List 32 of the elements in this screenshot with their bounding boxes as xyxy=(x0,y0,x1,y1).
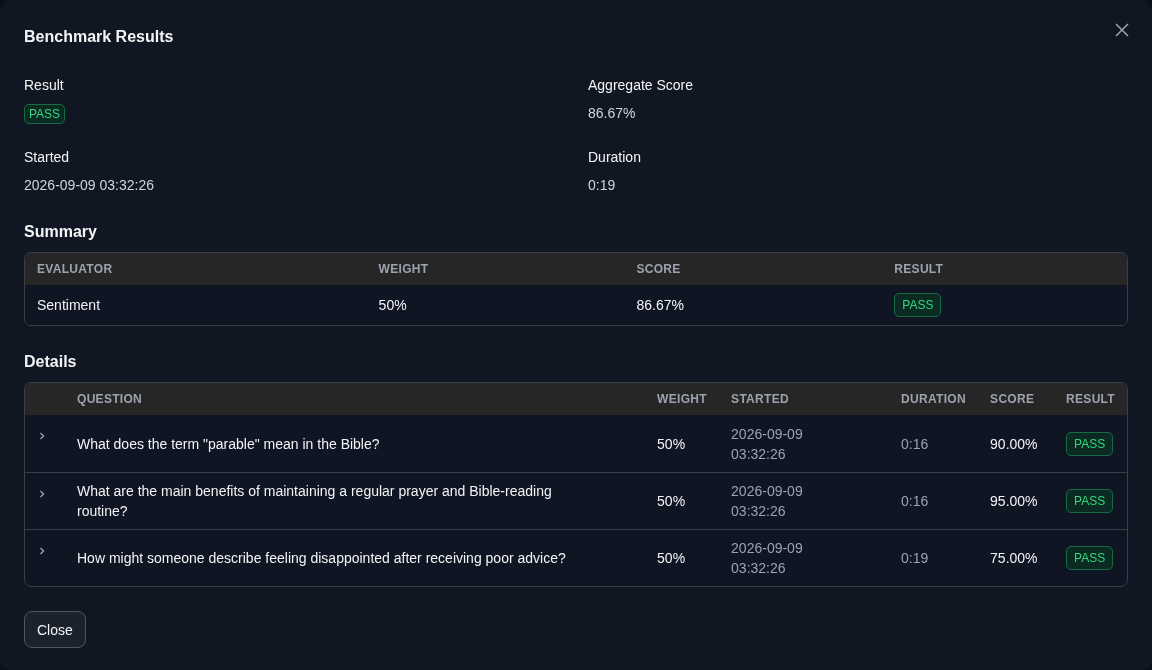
field-label: Duration xyxy=(588,148,641,166)
section-title: Details xyxy=(24,352,78,372)
column-header: SCORE xyxy=(978,383,1055,415)
column-header: STARTED xyxy=(719,383,890,415)
dialog-title: Benchmark Results xyxy=(24,27,175,47)
field-value: 86.67% xyxy=(588,104,636,122)
close-button[interactable]: Close xyxy=(24,611,86,648)
field-label: Started xyxy=(24,148,70,166)
question-text: What does the term "parable" mean in the Bible? xyxy=(77,434,380,454)
question-text: How might someone describe feeling disappointed after receiving poor advice? xyxy=(77,549,566,568)
status-badge: PASS xyxy=(24,104,66,124)
field-value: 2026-09-09 03:32:26 xyxy=(24,176,154,194)
column-header: WEIGHT xyxy=(366,253,625,285)
status-badge: PASS xyxy=(1066,546,1114,570)
column-header: SCORE xyxy=(624,253,883,285)
field-value: 0:19 xyxy=(588,176,616,194)
field-label: Result xyxy=(24,76,64,94)
column-header: RESULT xyxy=(1054,383,1127,415)
section-title: Summary xyxy=(24,222,98,242)
question-text: What are the main benefits of maintaining a regular prayer and Bible-reading routine? xyxy=(77,482,553,521)
column-header: WEIGHT xyxy=(645,383,720,415)
status-badge: PASS xyxy=(894,293,942,317)
chevron-right-icon[interactable] xyxy=(37,431,47,441)
field-label: Aggregate Score xyxy=(588,76,694,94)
status-badge: PASS xyxy=(1066,431,1114,456)
column-header: RESULT xyxy=(882,253,1127,285)
status-badge: PASS xyxy=(1066,489,1114,513)
column-header: QUESTION xyxy=(65,383,646,415)
chevron-right-icon[interactable] xyxy=(37,489,47,499)
column-header: DURATION xyxy=(889,383,979,415)
column-header: EVALUATOR xyxy=(25,253,367,285)
chevron-right-icon[interactable] xyxy=(37,546,47,556)
